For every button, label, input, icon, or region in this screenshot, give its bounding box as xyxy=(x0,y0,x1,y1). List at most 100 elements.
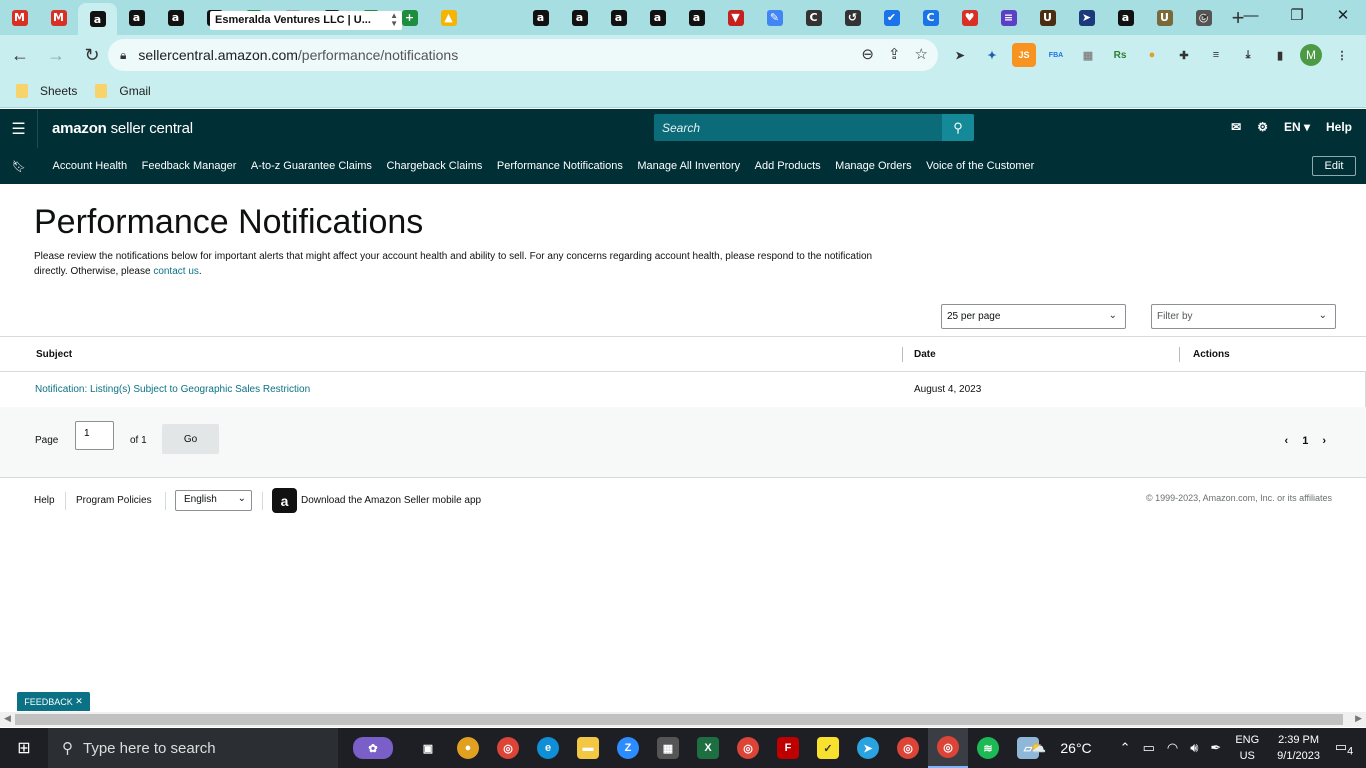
go-button[interactable]: Go xyxy=(162,424,219,454)
windows-start-icon[interactable]: ⊞ xyxy=(0,738,48,758)
program-policies-link[interactable]: Program Policies xyxy=(76,495,152,506)
nav-item-manage-all-inventory[interactable]: Manage All Inventory xyxy=(637,160,740,172)
telegram-app-icon[interactable]: ➤ xyxy=(848,728,888,768)
footer-language-select[interactable]: English ⌄ xyxy=(175,490,252,511)
store-selector[interactable]: Esmeralda Ventures LLC | U... ▲ ▼ xyxy=(210,11,402,30)
menu-icon[interactable]: ⋮ xyxy=(1330,43,1354,67)
globe-extension-icon[interactable]: ✦ xyxy=(980,43,1004,67)
reload-icon[interactable]: ↻ xyxy=(76,39,108,71)
edit-nav-button[interactable]: Edit xyxy=(1312,156,1356,176)
browser-tab[interactable]: a xyxy=(1106,0,1145,35)
clock[interactable]: 2:39 PM 9/1/2023 xyxy=(1277,732,1320,764)
close-icon[interactable]: ✕ xyxy=(75,696,83,707)
search-button[interactable]: ⚲ xyxy=(942,114,974,141)
browser-tab[interactable]: a xyxy=(156,0,195,35)
puzzle-icon[interactable]: ✚ xyxy=(1172,43,1196,67)
lock-icon[interactable]: 🔒︎ xyxy=(120,48,126,63)
sticky-notes-icon[interactable]: ✓ xyxy=(808,728,848,768)
horizontal-scrollbar[interactable]: ◀ ▶ xyxy=(0,712,1366,727)
file-explorer-icon[interactable]: ▬ xyxy=(568,728,608,768)
profile-avatar[interactable]: M xyxy=(1300,44,1322,66)
sidepanel-icon[interactable]: ▮ xyxy=(1268,43,1292,67)
battery-icon[interactable]: ▭ xyxy=(1143,740,1155,756)
seller-central-logo[interactable]: amazon seller central xyxy=(52,120,193,137)
flowers-widget-icon[interactable]: ✿ xyxy=(338,728,408,768)
feedback-button[interactable]: FEEDBACK ✕ xyxy=(17,692,90,711)
chevron-up-icon[interactable]: ⌃ xyxy=(1120,740,1131,756)
amazon-app-icon[interactable]: a xyxy=(272,488,297,513)
minimize-icon[interactable]: — xyxy=(1228,0,1274,30)
nav-item-voice-of-the-customer[interactable]: Voice of the Customer xyxy=(926,160,1034,172)
scroll-right-icon[interactable]: ▶ xyxy=(1355,713,1362,724)
nav-item-manage-orders[interactable]: Manage Orders xyxy=(835,160,911,172)
search-input[interactable]: Search xyxy=(654,114,942,141)
chrome-profile-icon[interactable]: ◎ xyxy=(728,728,768,768)
nav-item-account-health[interactable]: Account Health xyxy=(53,160,128,172)
browser-tab[interactable]: ♥ xyxy=(950,0,989,35)
arrow-extension-icon[interactable]: ➤ xyxy=(948,43,972,67)
browser-tab[interactable]: ➤ xyxy=(1067,0,1106,35)
bookmark-sheets[interactable]: Sheets xyxy=(16,84,77,98)
mail-icon[interactable]: ✉ xyxy=(1231,120,1241,134)
bookmark-icon[interactable]: 🔖︎ xyxy=(0,160,38,173)
input-language[interactable]: ENG US xyxy=(1235,732,1259,764)
prev-page-icon[interactable]: ‹ xyxy=(1285,435,1289,447)
browser-tab[interactable]: a xyxy=(638,0,677,35)
notification-subject-link[interactable]: Notification: Listing(s) Subject to Geog… xyxy=(35,384,310,395)
back-icon[interactable]: ← xyxy=(4,39,36,71)
language-selector[interactable]: EN ▾ xyxy=(1284,120,1310,134)
footer-help-link[interactable]: Help xyxy=(34,495,55,506)
nav-item-a-to-z-guarantee-claims[interactable]: A-to-z Guarantee Claims xyxy=(251,160,372,172)
url-text[interactable]: sellercentral.amazon.com/performance/not… xyxy=(138,47,458,63)
chrome-active-window-icon[interactable]: ◎ xyxy=(928,728,968,768)
filter-select[interactable]: Filter by ⌄ xyxy=(1151,304,1336,329)
browser-tab[interactable]: M xyxy=(0,0,39,35)
rs-extension-icon[interactable]: Rs xyxy=(1108,43,1132,67)
current-page[interactable]: 1 xyxy=(1302,435,1308,447)
next-page-icon[interactable]: › xyxy=(1322,435,1326,447)
browser-tab[interactable]: ▲ xyxy=(429,0,468,35)
browser-tab[interactable]: a xyxy=(117,0,156,35)
star-icon[interactable]: ☆ xyxy=(915,45,928,63)
browser-tab[interactable]: a xyxy=(560,0,599,35)
calculator-extension-icon[interactable]: ▦ xyxy=(1076,43,1100,67)
media-icon[interactable]: ≡ xyxy=(1204,43,1228,67)
nav-item-performance-notifications[interactable]: Performance Notifications xyxy=(497,160,623,172)
close-icon[interactable]: ✕ xyxy=(1320,0,1366,30)
honey-extension-icon[interactable]: ● xyxy=(1140,43,1164,67)
spotify-app-icon[interactable]: ≋ xyxy=(968,728,1008,768)
chrome-app-icon[interactable]: ◎ xyxy=(488,728,528,768)
address-bar[interactable]: 🔒︎ sellercentral.amazon.com/performance/… xyxy=(108,39,938,71)
browser-tab[interactable] xyxy=(482,0,521,35)
share-icon[interactable]: ⇪ xyxy=(888,45,901,63)
browser-tab[interactable]: C xyxy=(794,0,833,35)
fba-extension-icon[interactable]: FBA xyxy=(1044,43,1068,67)
browser-tab[interactable]: ✎ xyxy=(755,0,794,35)
browser-tab[interactable]: ✔ xyxy=(872,0,911,35)
honey-app-icon[interactable]: ● xyxy=(448,728,488,768)
browser-tab[interactable]: a xyxy=(677,0,716,35)
scroll-left-icon[interactable]: ◀ xyxy=(4,713,11,724)
pen-icon[interactable]: ✒ xyxy=(1210,740,1221,756)
forward-icon[interactable]: → xyxy=(40,39,72,71)
browser-tab[interactable]: M xyxy=(39,0,78,35)
browser-tab[interactable]: U xyxy=(1145,0,1184,35)
zoom-app-icon[interactable]: Z xyxy=(608,728,648,768)
notifications-icon[interactable]: ▭4 xyxy=(1330,739,1358,758)
filezilla-app-icon[interactable]: F xyxy=(768,728,808,768)
gear-icon[interactable]: ⚙ xyxy=(1257,120,1268,134)
contact-us-link[interactable]: contact us xyxy=(153,266,199,277)
edge-app-icon[interactable]: e xyxy=(528,728,568,768)
bookmark-gmail[interactable]: Gmail xyxy=(95,84,151,98)
page-number-input[interactable]: 1 xyxy=(75,421,114,450)
column-date[interactable]: Date xyxy=(914,349,936,360)
wifi-icon[interactable]: ◠ xyxy=(1167,740,1178,756)
nav-item-chargeback-claims[interactable]: Chargeback Claims xyxy=(386,160,482,172)
volume-icon[interactable]: 🔊︎ xyxy=(1190,740,1198,756)
chrome-profile-icon[interactable]: ◎ xyxy=(888,728,928,768)
browser-tab[interactable]: a xyxy=(78,3,117,35)
weather-icon[interactable]: ⛅ xyxy=(1030,740,1046,756)
per-page-select[interactable]: 25 per page ⌄ xyxy=(941,304,1126,329)
taskbar-search[interactable]: ⚲ Type here to search xyxy=(48,728,338,768)
temperature[interactable]: 26°C xyxy=(1060,740,1091,756)
